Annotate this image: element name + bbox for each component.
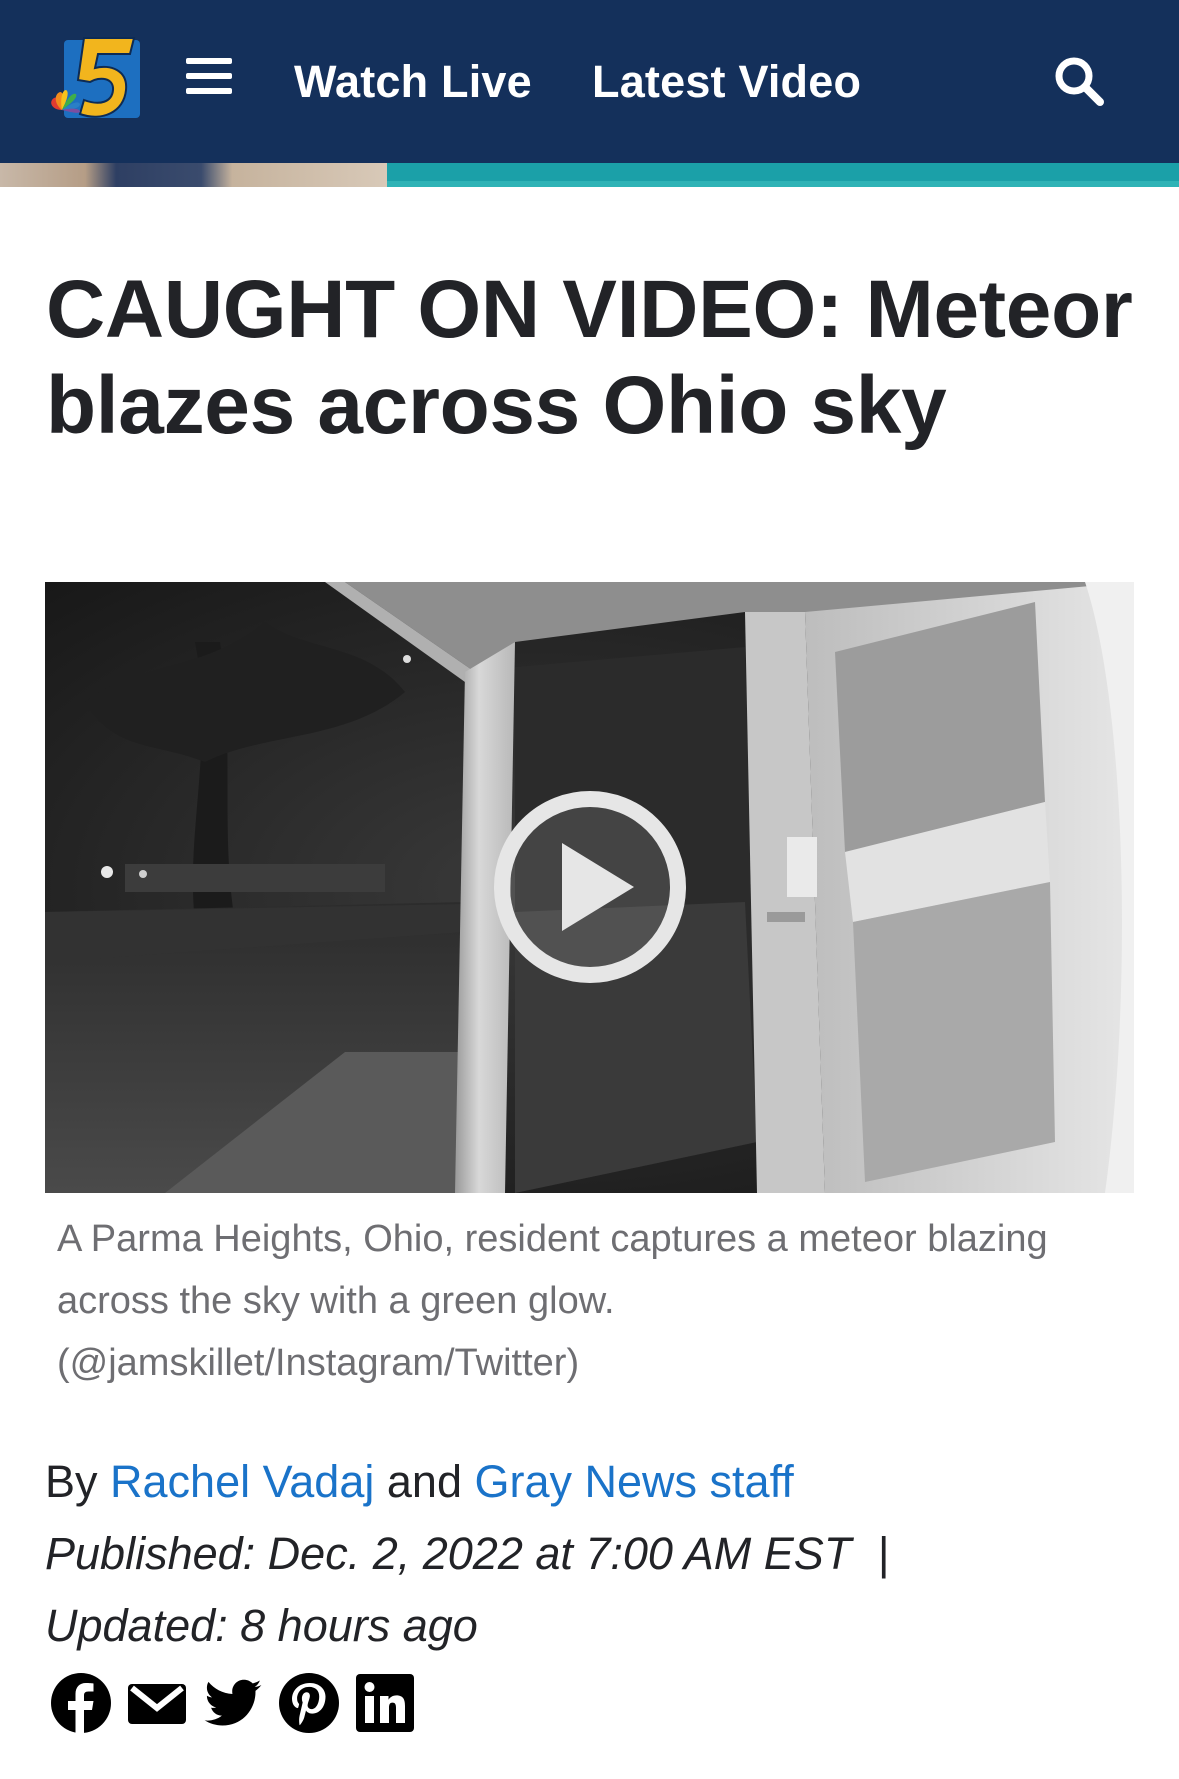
video-caption: A Parma Heights, Ohio, resident captures… — [57, 1218, 1048, 1384]
hero-banner-strip — [0, 163, 1179, 187]
video-player[interactable] — [45, 582, 1134, 1193]
banner-teal-band — [387, 163, 1179, 187]
play-icon[interactable] — [490, 787, 690, 987]
nav-latest-video[interactable]: Latest Video — [592, 52, 861, 112]
published-label: Published: — [45, 1528, 256, 1579]
email-icon[interactable] — [126, 1672, 188, 1734]
hamburger-menu-icon[interactable] — [186, 58, 232, 98]
linkedin-icon[interactable] — [354, 1672, 416, 1734]
timestamp-separator: | — [877, 1528, 890, 1579]
facebook-icon[interactable] — [50, 1672, 112, 1734]
site-header: Watch Live Latest Video — [0, 0, 1179, 163]
search-icon[interactable] — [1052, 54, 1108, 110]
nbc-5-logo-icon[interactable] — [46, 32, 144, 128]
byline: By Rachel Vadaj and Gray News staff — [45, 1452, 794, 1512]
published-value: Dec. 2, 2022 at 7:00 AM EST — [267, 1528, 852, 1579]
updated-label: Updated: — [45, 1600, 228, 1651]
byline-joiner: and — [386, 1456, 462, 1507]
nav-watch-live[interactable]: Watch Live — [294, 52, 532, 112]
updated-timestamp: Updated: 8 hours ago — [45, 1596, 478, 1656]
twitter-icon[interactable] — [202, 1672, 264, 1734]
banner-photo-edge — [0, 163, 387, 187]
updated-value: 8 hours ago — [240, 1600, 478, 1651]
author-link-gray-news-staff[interactable]: Gray News staff — [475, 1456, 794, 1507]
published-timestamp: Published: Dec. 2, 2022 at 7:00 AM EST | — [45, 1524, 890, 1584]
byline-prefix: By — [45, 1456, 98, 1507]
article-headline: CAUGHT ON VIDEO: Meteor blazes across Oh… — [46, 264, 1133, 451]
author-link-rachel-vadaj[interactable]: Rachel Vadaj — [110, 1456, 374, 1507]
pinterest-icon[interactable] — [278, 1672, 340, 1734]
